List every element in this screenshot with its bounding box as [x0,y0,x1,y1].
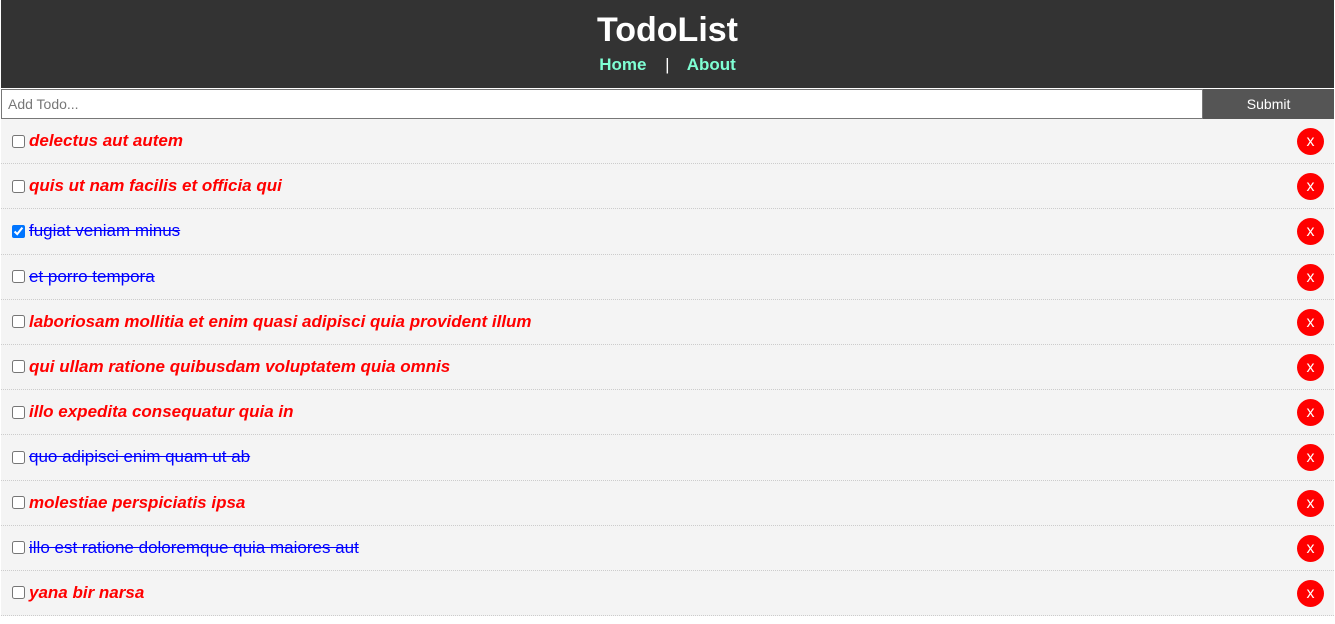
todo-checkbox[interactable] [12,586,25,600]
todo-title: yana bir narsa [29,582,145,602]
todo-row: laboriosam mollitia et enim quasi adipis… [11,312,1324,332]
todo-item: illo est ratione doloremque quia maiores… [1,525,1334,571]
todo-checkbox[interactable] [12,496,25,509]
add-todo-form: Submit [1,89,1334,119]
todo-item: quo adipisci enim quam ut ab x [1,435,1334,481]
nav-about-link[interactable]: About [687,55,736,74]
todo-title: quo adipisci enim quam ut ab [29,447,251,467]
todo-checkbox[interactable] [12,450,25,464]
todo-list: delectus aut autem x quis ut nam facilis… [1,119,1334,617]
todo-checkbox[interactable] [12,134,25,148]
todo-item: molestiae perspiciatis ipsa x [1,480,1334,526]
delete-button[interactable]: x [1297,489,1324,517]
todo-item: yana bir narsa x [1,570,1334,617]
delete-button[interactable]: x [1297,263,1324,291]
todo-row: illo expedita consequatur quia in [11,402,1324,422]
todo-item: delectus aut autem x [1,119,1334,165]
todo-row: yana bir narsa [11,583,1324,603]
todo-row: illo est ratione doloremque quia maiores… [11,538,1324,558]
todo-title: laboriosam mollitia et enim quasi adipis… [29,311,532,331]
todo-row: et porro tempora [11,267,1324,287]
delete-button[interactable]: x [1297,534,1324,562]
todo-title: fugiat veniam minus [29,221,181,241]
todo-title: delectus aut autem [29,131,183,150]
add-todo-input[interactable] [1,89,1204,119]
todo-checkbox[interactable] [12,179,25,193]
todo-title: et porro tempora [29,266,155,286]
delete-button[interactable]: x [1297,173,1324,201]
todo-title: qui ullam ratione quibusdam voluptatem q… [29,356,451,376]
todo-title: illo est ratione doloremque quia maiores… [29,537,359,557]
delete-button[interactable]: x [1297,353,1324,381]
delete-button[interactable]: x [1297,128,1324,155]
todo-checkbox[interactable] [12,541,25,555]
todo-checkbox[interactable] [12,224,25,238]
nav-bar: Home | About [1,55,1334,75]
todo-checkbox[interactable] [12,360,25,374]
app-header: TodoList Home | About [1,0,1334,88]
todo-row: delectus aut autem [11,131,1324,151]
todo-item: et porro tempora x [1,254,1334,300]
nav-separator: | [665,55,670,74]
todo-row: molestiae perspiciatis ipsa [11,493,1324,513]
todo-checkbox[interactable] [12,315,25,329]
todo-checkbox[interactable] [12,405,25,419]
todo-item: illo expedita consequatur quia in x [1,390,1334,436]
todo-row: fugiat veniam minus [11,221,1324,241]
todo-title: molestiae perspiciatis ipsa [29,492,246,512]
todo-title: quis ut nam facilis et officia qui [29,176,282,196]
todo-item: fugiat veniam minus x [1,209,1334,255]
todo-item: quis ut nam facilis et officia qui x [1,164,1334,210]
todo-title: illo expedita consequatur quia in [29,402,294,422]
todo-row: qui ullam ratione quibusdam voluptatem q… [11,357,1324,377]
todo-row: quis ut nam facilis et officia qui [11,176,1324,196]
submit-button[interactable]: Submit [1203,89,1334,119]
nav-home-link[interactable]: Home [599,55,646,74]
delete-button[interactable]: x [1297,308,1324,336]
todo-item: qui ullam ratione quibusdam voluptatem q… [1,344,1334,391]
todo-checkbox[interactable] [12,270,25,284]
delete-button[interactable]: x [1297,399,1324,427]
delete-button[interactable]: x [1297,579,1324,607]
todo-row: quo adipisci enim quam ut ab [11,447,1324,467]
todo-app: TodoList Home | About Submit delectus au… [0,0,1335,624]
todo-item: laboriosam mollitia et enim quasi adipis… [1,299,1334,345]
page-title: TodoList [597,11,738,49]
